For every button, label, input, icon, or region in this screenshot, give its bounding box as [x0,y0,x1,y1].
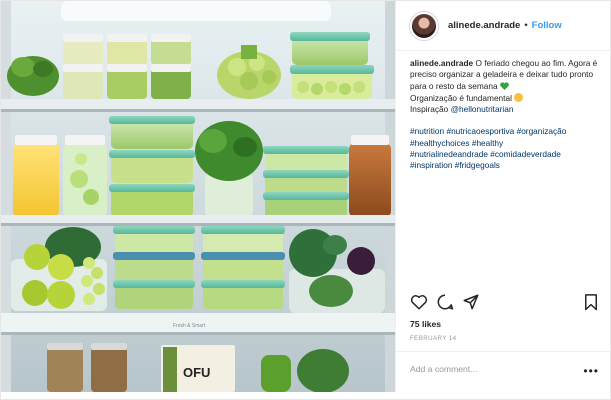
post-date[interactable]: FEBRUARY 14 [410,335,456,342]
post-photo[interactable]: Fresh & Smart OFU [1,1,395,392]
follow-button[interactable]: Follow [532,20,562,31]
caption-mention[interactable]: @hellonutritarian [451,104,514,114]
smile-icon [514,92,524,102]
jars-top [63,34,191,99]
hashtag-link[interactable]: #inspiration [410,160,452,170]
tubs-middle-right [263,146,349,217]
share-icon[interactable] [462,293,480,311]
comment-icon[interactable] [436,293,454,311]
more-options-icon[interactable]: ••• [583,365,599,377]
separator-dot: • [524,20,528,31]
caption-text-3: Inspiração [410,104,451,115]
lime-water-bottle [63,135,107,217]
drawer-label: Fresh & Smart [173,323,206,329]
avatar[interactable] [410,11,438,40]
comment-input[interactable] [410,364,570,374]
tubs-top-right [290,32,374,99]
greens-left [7,56,59,96]
comment-box: ••• [396,351,611,392]
hashtag-link[interactable]: #nutricaoesportiva [446,126,514,136]
caption-text-2: Organização é fundamental [410,92,515,103]
hashtag-link[interactable]: #healthychoices [410,138,470,148]
likes-count[interactable]: 75 likes [410,319,441,329]
tea-jar [349,135,391,217]
herbs-jar [195,121,263,217]
hashtag-link[interactable]: #nutrition [410,126,444,136]
bookmark-icon[interactable] [582,293,600,311]
fridge-image: Fresh & Smart OFU [1,1,395,392]
post-header: alinede.andrade • Follow [396,1,611,51]
username-link[interactable]: alinede.andrade [448,20,520,31]
hashtag-link[interactable]: #healthy [472,138,503,148]
juice-bottle [13,135,59,217]
tubs-middle [109,116,195,217]
hashtag-list: #nutrition #nutricaoesportiva #organizaç… [410,126,602,171]
hashtag-link[interactable]: #nutrialinedeandrade [410,149,488,159]
action-bar [410,293,602,315]
green-heart-icon [500,81,509,90]
post-side-panel: alinede.andrade • Follow alinede.andrade… [395,1,611,392]
hashtag-link[interactable]: #comidadeverdade [490,149,561,159]
tofu-label: OFU [183,365,210,380]
post-caption: alinede.andrade O feriado chegou ao fim.… [410,58,602,172]
hashtag-link[interactable]: #fridgegoals [455,160,500,170]
caption-username[interactable]: alinede.andrade [410,58,473,68]
hashtag-link[interactable]: #organização [517,126,567,136]
heart-icon[interactable] [410,293,428,311]
instagram-post: Fresh & Smart OFU alinede.andrade • Foll… [0,0,611,400]
